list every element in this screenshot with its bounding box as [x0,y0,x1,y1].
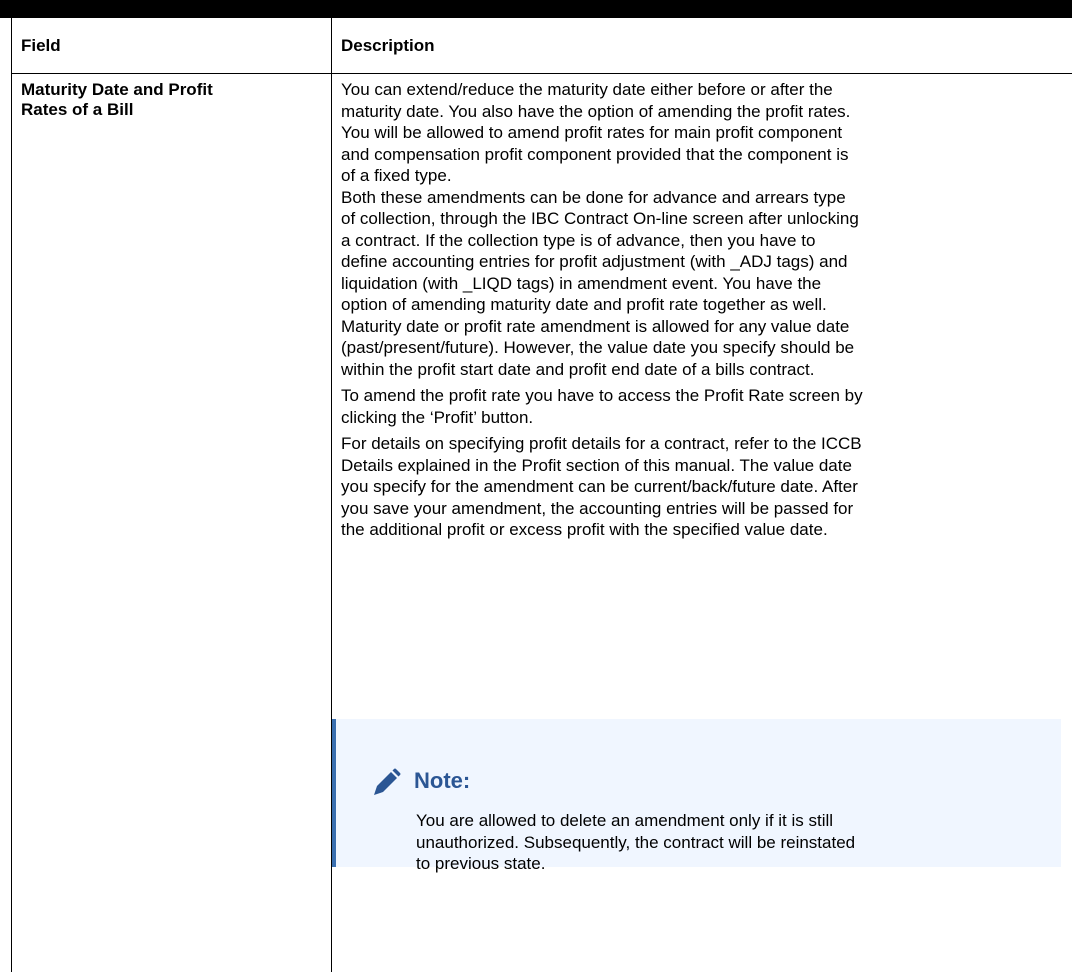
text-line: liquidation (with _LIQD tags) in amendme… [341,273,822,293]
field-name-cell: Maturity Date and Profit Rates of a Bill [21,80,321,120]
text-line: Both these amendments can be done for ad… [341,187,846,207]
column-header-description: Description [341,36,435,55]
description-paragraph: To amend the profit rate you have to acc… [341,385,1072,428]
text-line: you specify for the amendment can be cur… [341,477,858,496]
text-line: clicking the ‘Profit’ button. [341,407,534,427]
top-rule [0,0,1072,18]
text-line: define accounting entries for profit adj… [341,252,848,271]
text-line: (past/present/future). However, the valu… [341,338,855,357]
pencil-icon [374,768,401,795]
column-header-field: Field [21,36,61,55]
text-line: the additional profit or excess profit w… [341,520,828,539]
description-paragraph: You can extend/reduce the maturity date … [341,79,1072,380]
text-line: You will be allowed to amend profit rate… [341,123,843,142]
description-paragraph: For details on specifying profit details… [341,433,1072,541]
text-line: unauthorized. Subsequently, the contract… [416,832,856,852]
text-line: and compensation profit component provid… [341,144,849,164]
text-line: within the profit start date and profit … [341,359,815,379]
table-left-border [11,18,12,972]
text-line: For details on specifying profit details… [341,434,862,453]
text-line: to previous state. [416,854,546,873]
note-title: Note: [414,768,471,793]
text-line: Details explained in the Profit section … [341,455,852,475]
text-line: Maturity date or profit rate amendment i… [341,316,850,336]
text-line: option of amending maturity date and pro… [341,295,827,314]
description-cell: You can extend/reduce the maturity date … [341,79,1072,546]
text-line: of collection, through the IBC Contract … [341,209,859,228]
field-name-line: Maturity Date and Profit [21,80,213,99]
note-text: You are allowed to delete an amendment o… [416,810,1056,875]
text-line: a contract. If the collection type is of… [341,230,816,250]
note-callout: Note: You are allowed to delete an amend… [332,719,1061,873]
field-name-line: Rates of a Bill [21,100,134,119]
text-line: To amend the profit rate you have to acc… [341,386,863,405]
text-line: You can extend/reduce the maturity date … [341,80,833,99]
text-line: of a fixed type. [341,166,452,185]
header-divider [11,73,1072,74]
text-line: You are allowed to delete an amendment o… [416,811,834,830]
text-line: maturity date. You also have the option … [341,101,851,121]
text-line: you save your amendment, the accounting … [341,498,854,518]
